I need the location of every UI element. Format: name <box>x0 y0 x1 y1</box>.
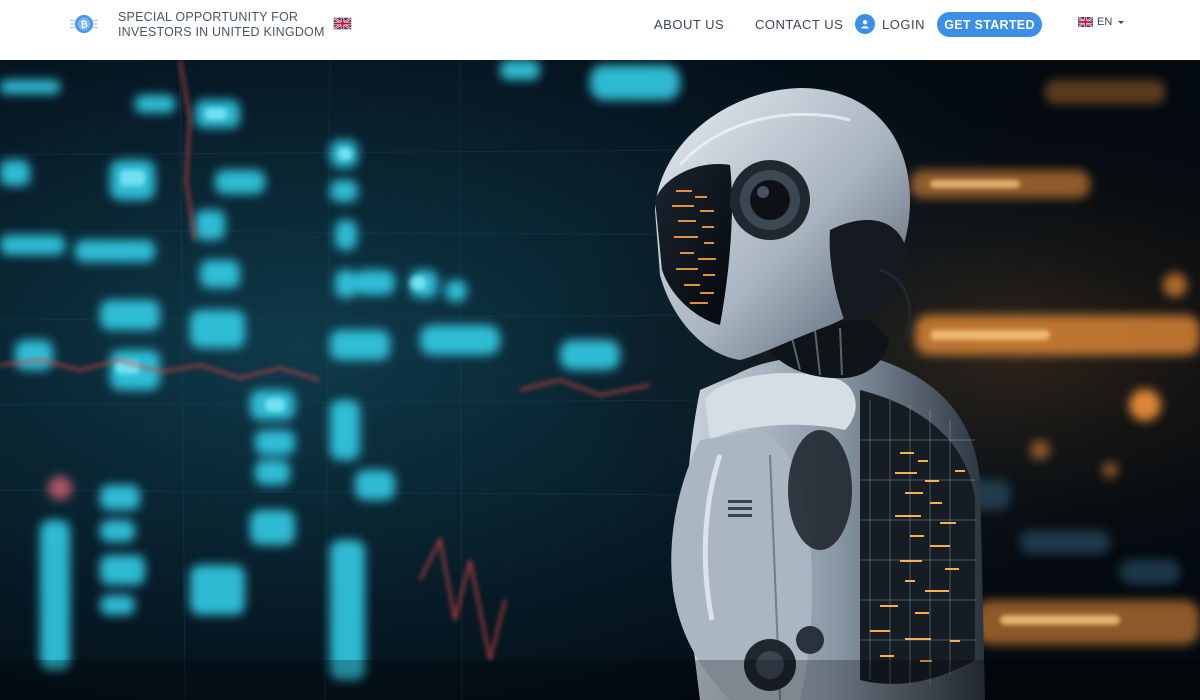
nav-about-us[interactable]: ABOUT US <box>654 17 724 32</box>
site-tagline: SPECIAL OPPORTUNITY FOR INVESTORS IN UNI… <box>118 10 325 40</box>
site-header: ₿ SPECIAL OPPORTUNITY FOR INVESTORS IN U… <box>0 0 1200 60</box>
robot-trading-screens-image <box>0 60 1200 700</box>
login-link[interactable]: LOGIN <box>855 14 925 34</box>
tagline-line-1: SPECIAL OPPORTUNITY FOR <box>118 10 299 24</box>
bitcoin-coin-icon[interactable]: ₿ <box>69 11 99 37</box>
chevron-down-icon <box>1118 20 1125 24</box>
language-label: EN <box>1097 16 1113 28</box>
uk-flag-icon <box>333 17 352 30</box>
nav-contact-us[interactable]: CONTACT US <box>755 17 843 32</box>
svg-text:₿: ₿ <box>80 20 87 31</box>
get-started-button[interactable]: GET STARTED <box>937 12 1042 37</box>
uk-flag-icon <box>1078 17 1093 27</box>
login-label: LOGIN <box>882 16 925 32</box>
language-selector[interactable]: EN <box>1078 16 1125 28</box>
tagline-line-2: INVESTORS IN UNITED KINGDOM <box>118 25 325 39</box>
hero-banner <box>0 60 1200 700</box>
user-icon <box>855 14 875 34</box>
